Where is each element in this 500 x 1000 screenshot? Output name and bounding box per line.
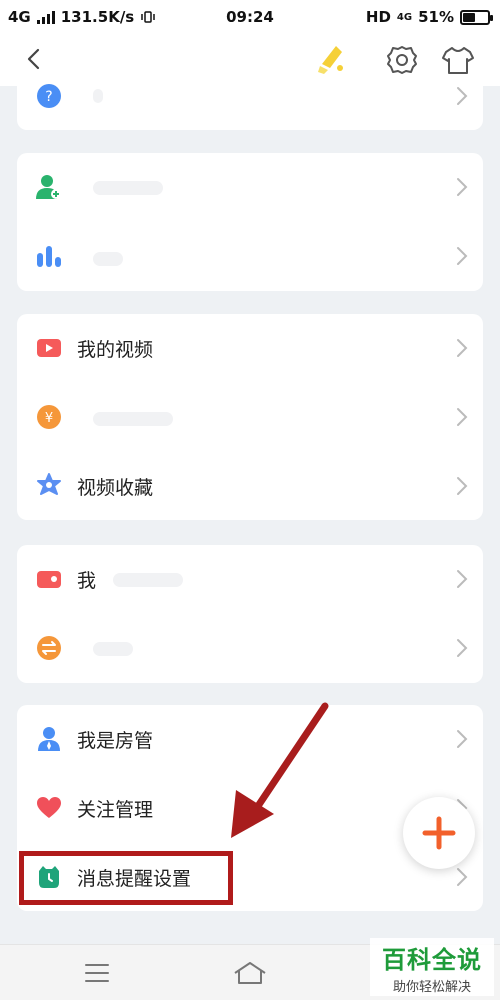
menu-item-label: 我: [77, 569, 97, 592]
admin-user-icon: [38, 727, 60, 751]
menu-card-2: [17, 153, 483, 291]
coin-icon: ¥: [37, 405, 61, 429]
battery-percent: 51%: [418, 8, 454, 26]
svg-text:¥: ¥: [45, 411, 53, 426]
chevron-right-icon: [457, 868, 468, 886]
watermark-title: 百科全说: [382, 946, 482, 974]
menu-item-label: 视频收藏: [77, 476, 154, 499]
menu-card-3: 我的视频 ¥ 视频收藏: [17, 314, 483, 520]
blurred-text: [93, 181, 163, 195]
menu-item-wallet[interactable]: 我: [17, 545, 483, 613]
chevron-right-icon: [457, 87, 468, 105]
battery-fill: [463, 12, 476, 22]
menu-item-label: 关注管理: [77, 798, 154, 821]
menu-item-room-admin[interactable]: 我是房管: [17, 705, 483, 773]
blurred-text: [113, 573, 183, 587]
add-user-icon: [36, 175, 61, 199]
flower-favorite-icon: [37, 473, 61, 495]
help-icon: ?: [37, 84, 61, 108]
hd-label: HD: [365, 8, 391, 26]
status-bar: 4G 131.5K/s 09:24 HD 4G 51%: [0, 0, 500, 36]
wallet-icon: [37, 571, 61, 588]
heart-icon: [37, 797, 61, 818]
menu-item-add-user[interactable]: [17, 153, 483, 221]
blurred-text: [93, 642, 133, 656]
menu-item-my-videos[interactable]: 我的视频: [17, 314, 483, 382]
blurred-text: [93, 252, 123, 266]
chevron-right-icon: [457, 639, 468, 657]
svg-text:?: ?: [45, 89, 52, 105]
home-icon[interactable]: [232, 960, 268, 986]
annotation-highlight-box: [19, 851, 233, 905]
stats-bars-icon: [37, 246, 61, 267]
menu-item-favorites[interactable]: 视频收藏: [17, 452, 483, 520]
menu-item-help[interactable]: ?: [17, 62, 483, 130]
chevron-right-icon: [457, 570, 468, 588]
watermark-subtitle: 助你轻松解决: [392, 980, 471, 995]
menu-icon[interactable]: [84, 962, 110, 984]
battery-icon: [460, 9, 493, 25]
exchange-icon: [37, 636, 61, 660]
blurred-text: [93, 412, 173, 426]
plus-icon: [422, 816, 456, 850]
menu-item-label: 我的视频: [77, 338, 154, 361]
floating-add-button[interactable]: [403, 797, 475, 869]
chevron-right-icon: [457, 477, 468, 495]
video-icon: [37, 339, 61, 357]
menu-item-stats[interactable]: [17, 222, 483, 290]
chevron-right-icon: [457, 339, 468, 357]
network-type-2: 4G: [396, 11, 413, 23]
chevron-right-icon: [457, 730, 468, 748]
chevron-right-icon: [457, 178, 468, 196]
menu-card-1: ?: [17, 84, 483, 130]
status-right: HD 4G 51%: [365, 8, 493, 26]
menu-card-4: 我: [17, 545, 483, 683]
menu-item-label: 我是房管: [77, 729, 154, 752]
blurred-text: [93, 89, 103, 103]
chevron-right-icon: [457, 247, 468, 265]
menu-item-coins[interactable]: ¥: [17, 383, 483, 451]
chevron-right-icon: [457, 408, 468, 426]
menu-item-exchange[interactable]: [17, 614, 483, 682]
watermark: 百科全说 助你轻松解决: [370, 938, 494, 996]
